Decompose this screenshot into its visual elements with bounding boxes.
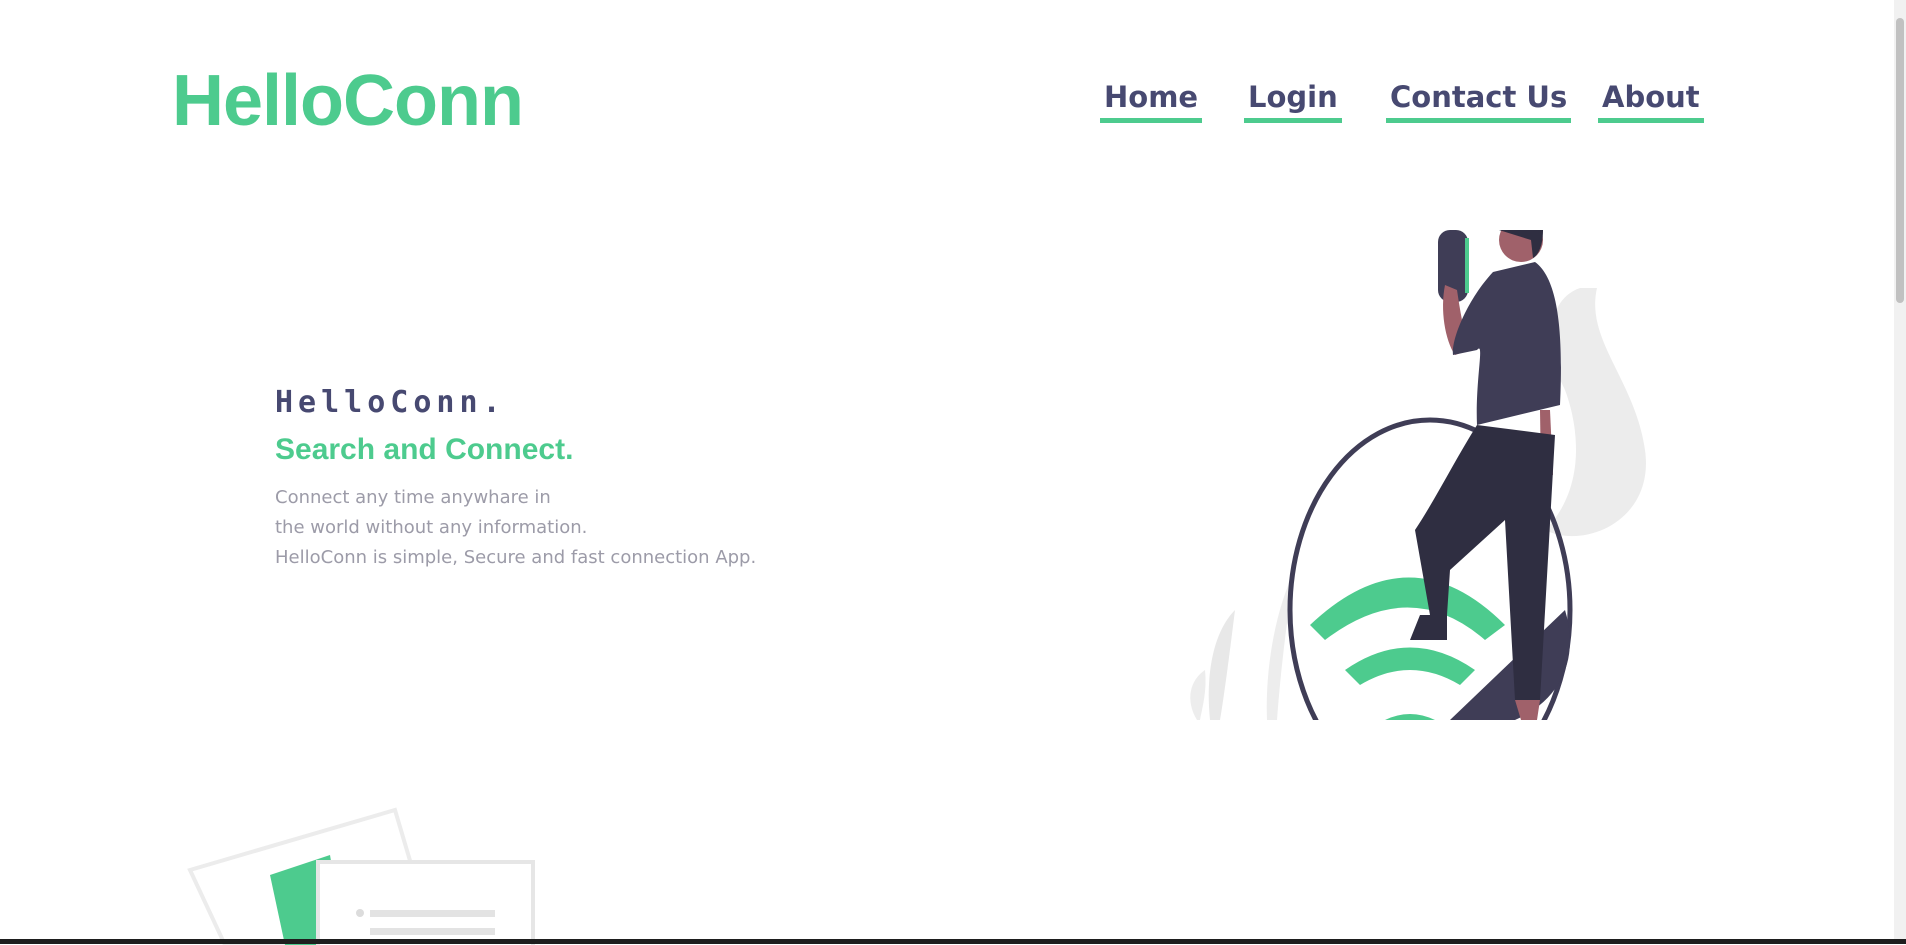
hero-description: Connect any time anywhare in the world w… [275,483,756,573]
hero-description-line: Connect any time anywhare in [275,487,551,508]
nav-contact-link[interactable]: Contact Us [1386,80,1572,123]
documents-illustration-icon [187,807,535,945]
hero-title: Search and Connect. [275,433,574,466]
nav-login-link[interactable]: Login [1244,80,1342,123]
wifi-person-illustration-icon [1190,230,1646,720]
hero-description-line: the world without any information. [275,517,588,538]
window-bottom-edge [0,939,1906,944]
hero-kicker: HelloConn. [275,385,506,420]
nav-home-link[interactable]: Home [1100,80,1203,123]
page-scrollbar[interactable] [1894,0,1906,944]
nav-about-link[interactable]: About [1598,80,1704,123]
scrollbar-thumb[interactable] [1896,18,1904,303]
hero-description-line: HelloConn is simple, Secure and fast con… [275,547,757,568]
site-logo[interactable]: HelloConn [172,60,524,142]
